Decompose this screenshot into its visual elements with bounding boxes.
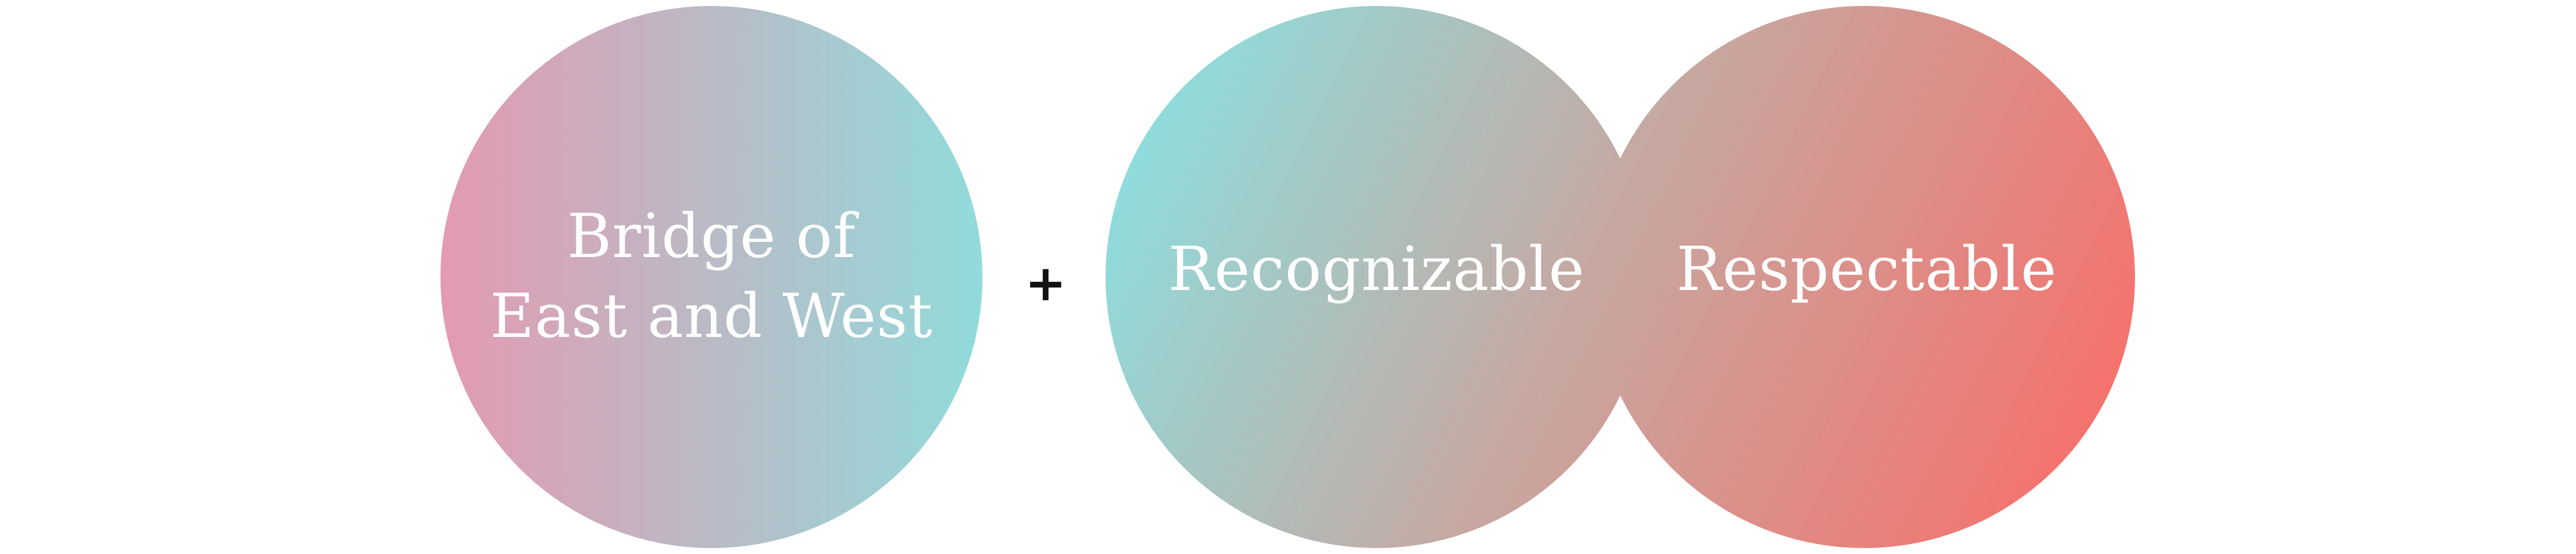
bridge-label-line-2: East and West [490, 281, 933, 352]
bridge-label: Bridge of East and West [490, 197, 933, 357]
bridge-label-line-1: Bridge of [567, 201, 856, 272]
plus-operator: + [1025, 254, 1067, 312]
diagram-stage: Bridge of East and West + Recognizable R… [0, 0, 2576, 554]
respectable-label: Respectable [1676, 234, 2057, 305]
recognizable-label: Recognizable [1168, 234, 1585, 305]
